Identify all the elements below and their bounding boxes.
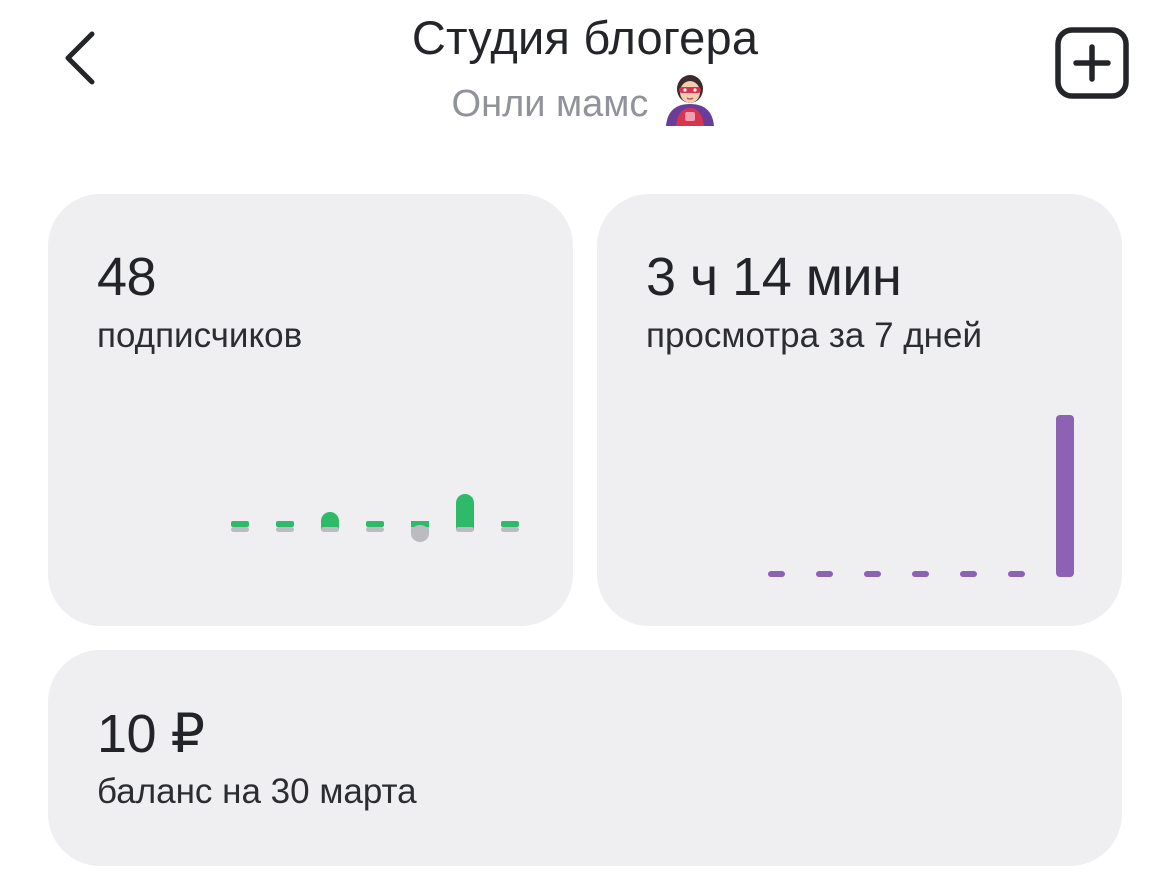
channel-name: Онли мамс bbox=[451, 83, 649, 125]
balance-card[interactable]: 10 ₽ баланс на 30 марта bbox=[48, 650, 1122, 866]
subs-baseline-tick bbox=[456, 527, 474, 532]
balance-label: баланс на 30 марта bbox=[97, 772, 417, 811]
page-title: Студия блогера bbox=[411, 11, 759, 64]
subs-baseline-tick bbox=[231, 527, 249, 532]
subs-baseline-tick bbox=[276, 527, 294, 532]
views-zero-tick bbox=[768, 571, 785, 577]
subs-baseline-tick bbox=[366, 527, 384, 532]
subs-zero-tick bbox=[231, 521, 249, 527]
subs-baseline-tick bbox=[501, 527, 519, 532]
views-zero-tick bbox=[1008, 571, 1025, 577]
subs-zero-tick bbox=[276, 521, 294, 527]
subscribers-chart bbox=[231, 494, 519, 542]
views-zero-tick bbox=[912, 571, 929, 577]
views-chart bbox=[768, 415, 1074, 577]
views-zero-tick bbox=[816, 571, 833, 577]
page-subtitle: Онли мамс bbox=[0, 74, 1170, 126]
balance-amount: 10 ₽ bbox=[97, 704, 205, 764]
superhero-woman-icon bbox=[662, 74, 718, 126]
subscribers-card[interactable]: 48 подписчиков bbox=[48, 194, 573, 626]
subs-bar-negative-top bbox=[411, 527, 429, 535]
subs-zero-tick bbox=[501, 521, 519, 527]
blogger-studio-screen: Студия блогера Онли мамс 48 подписчиков … bbox=[0, 0, 1170, 892]
plus-square-icon bbox=[1055, 27, 1129, 99]
views-bar bbox=[1056, 415, 1074, 577]
subs-bar-base bbox=[456, 502, 474, 530]
add-button[interactable] bbox=[1054, 26, 1130, 100]
views-card[interactable]: 3 ч 14 мин просмотра за 7 дней bbox=[597, 194, 1122, 626]
views-zero-tick bbox=[960, 571, 977, 577]
subs-baseline-tick bbox=[321, 527, 339, 532]
subs-zero-tick bbox=[366, 521, 384, 527]
views-zero-tick bbox=[864, 571, 881, 577]
